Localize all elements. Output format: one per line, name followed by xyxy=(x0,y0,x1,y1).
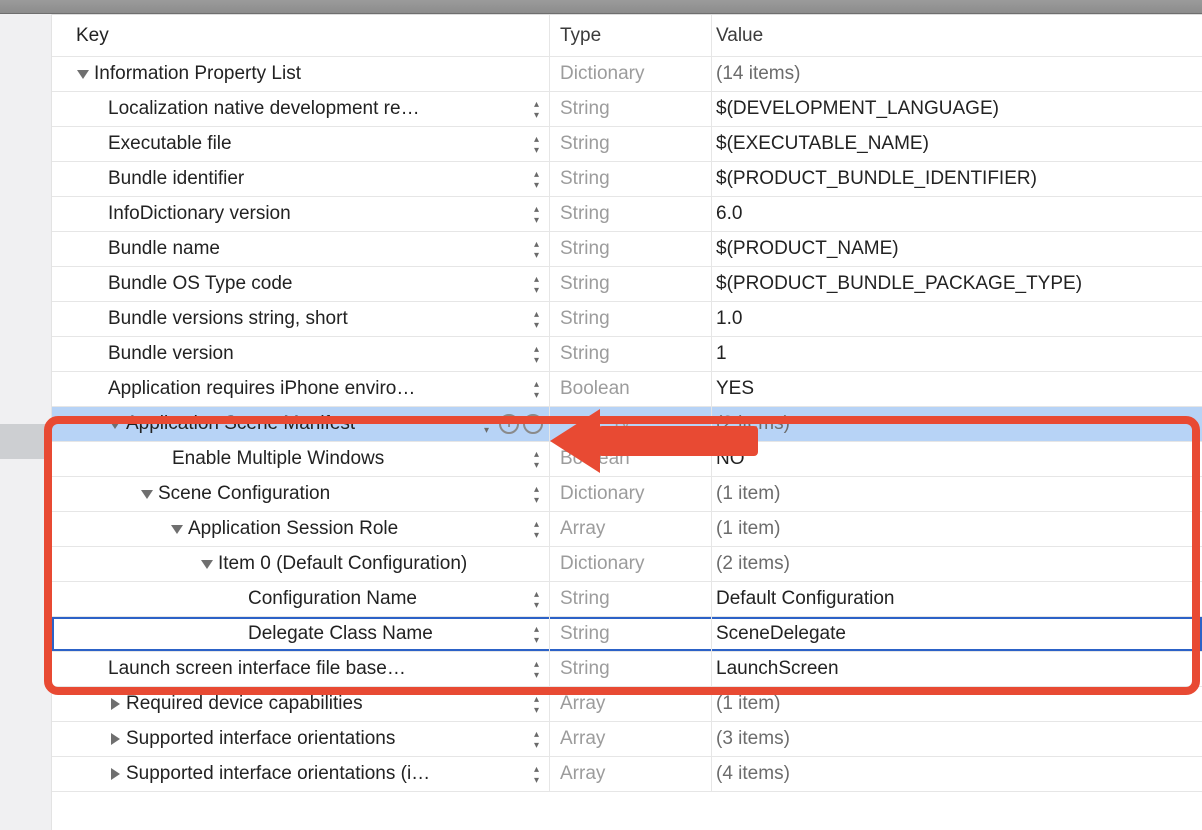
key-stepper-icon[interactable] xyxy=(534,238,543,260)
table-row[interactable]: Scene Configuration Dictionary (1 item) xyxy=(52,477,1202,512)
table-header-row: Key Type Value xyxy=(52,15,1202,57)
add-row-button[interactable]: + xyxy=(499,414,519,434)
disclosure-down-icon[interactable] xyxy=(170,525,184,534)
disclosure-down-icon[interactable] xyxy=(140,490,154,499)
key-stepper-icon[interactable] xyxy=(534,273,543,295)
type-stepper-icon[interactable] xyxy=(700,414,705,434)
key-stepper-icon[interactable] xyxy=(534,98,543,120)
table-row[interactable]: Enable Multiple Windows Boolean NO xyxy=(52,442,1202,477)
scene-type-partial: ry xyxy=(614,413,630,435)
table-row[interactable]: InfoDictionary version String 6.0 xyxy=(52,197,1202,232)
table-row[interactable]: Required device capabilities Array (1 it… xyxy=(52,687,1202,722)
key-stepper-icon[interactable] xyxy=(534,133,543,155)
table-row[interactable]: Launch screen interface file base… Strin… xyxy=(52,652,1202,687)
remove-row-button[interactable]: − xyxy=(523,414,543,434)
key-stepper-icon[interactable] xyxy=(534,308,543,330)
disclosure-down-icon[interactable] xyxy=(108,420,122,429)
table-row[interactable]: Application requires iPhone enviro… Bool… xyxy=(52,372,1202,407)
column-header-key[interactable]: Key xyxy=(52,15,550,56)
scene-manifest-key: Application Scene Manifest xyxy=(126,413,355,435)
disclosure-down-icon[interactable] xyxy=(200,560,214,569)
table-row[interactable]: Localization native development re… Stri… xyxy=(52,92,1202,127)
table-row[interactable]: Bundle version String 1 xyxy=(52,337,1202,372)
key-stepper-icon[interactable] xyxy=(534,203,543,225)
key-stepper-icon[interactable] xyxy=(534,623,543,645)
table-row[interactable]: Item 0 (Default Configuration) Dictionar… xyxy=(52,547,1202,582)
plist-table: Key Type Value Information Property List… xyxy=(52,14,1202,830)
table-row[interactable]: Executable file String $(EXECUTABLE_NAME… xyxy=(52,127,1202,162)
key-stepper-icon[interactable] xyxy=(534,518,543,540)
key-stepper-icon[interactable] xyxy=(534,448,543,470)
root-value: (14 items) xyxy=(716,63,800,85)
column-header-value[interactable]: Value xyxy=(712,15,1202,56)
add-remove-buttons: + − xyxy=(499,414,543,434)
table-row[interactable]: Application Session Role Array (1 item) xyxy=(52,512,1202,547)
key-stepper-icon[interactable] xyxy=(534,588,543,610)
key-stepper-icon[interactable] xyxy=(534,728,543,750)
table-row[interactable]: Bundle identifier String $(PRODUCT_BUNDL… xyxy=(52,162,1202,197)
root-key-label: Information Property List xyxy=(94,63,301,85)
plist-editor: Key Type Value Information Property List… xyxy=(0,0,1202,830)
table-row[interactable]: Bundle OS Type code String $(PRODUCT_BUN… xyxy=(52,267,1202,302)
key-stepper-icon[interactable] xyxy=(534,343,543,365)
gutter xyxy=(0,0,52,830)
column-header-type[interactable]: Type xyxy=(550,15,712,56)
delegate-class-row[interactable]: Delegate Class Name String SceneDelegate xyxy=(52,617,1202,652)
disclosure-right-icon[interactable] xyxy=(108,733,122,745)
key-stepper-icon[interactable] xyxy=(534,168,543,190)
gutter-selection-indicator xyxy=(0,424,52,459)
key-stepper-icon[interactable] xyxy=(534,483,543,505)
key-stepper-icon[interactable] xyxy=(534,378,543,400)
key-stepper-icon[interactable] xyxy=(484,413,493,435)
key-stepper-icon[interactable] xyxy=(534,693,543,715)
key-stepper-icon[interactable] xyxy=(534,658,543,680)
disclosure-right-icon[interactable] xyxy=(108,698,122,710)
disclosure-down-icon[interactable] xyxy=(76,70,90,79)
root-type: Dictionary xyxy=(560,63,644,85)
table-row[interactable]: Supported interface orientations Array (… xyxy=(52,722,1202,757)
disclosure-right-icon[interactable] xyxy=(108,768,122,780)
scene-manifest-row[interactable]: Application Scene Manifest + − Dictionar… xyxy=(52,407,1202,442)
table-row[interactable]: Bundle name String $(PRODUCT_NAME) xyxy=(52,232,1202,267)
table-row[interactable]: Configuration Name String Default Config… xyxy=(52,582,1202,617)
window-toolbar-strip xyxy=(0,0,1202,14)
key-stepper-icon[interactable] xyxy=(534,763,543,785)
table-row[interactable]: Bundle versions string, short String 1.0 xyxy=(52,302,1202,337)
root-row[interactable]: Information Property List Dictionary (14… xyxy=(52,57,1202,92)
table-row[interactable]: Supported interface orientations (i… Arr… xyxy=(52,757,1202,792)
